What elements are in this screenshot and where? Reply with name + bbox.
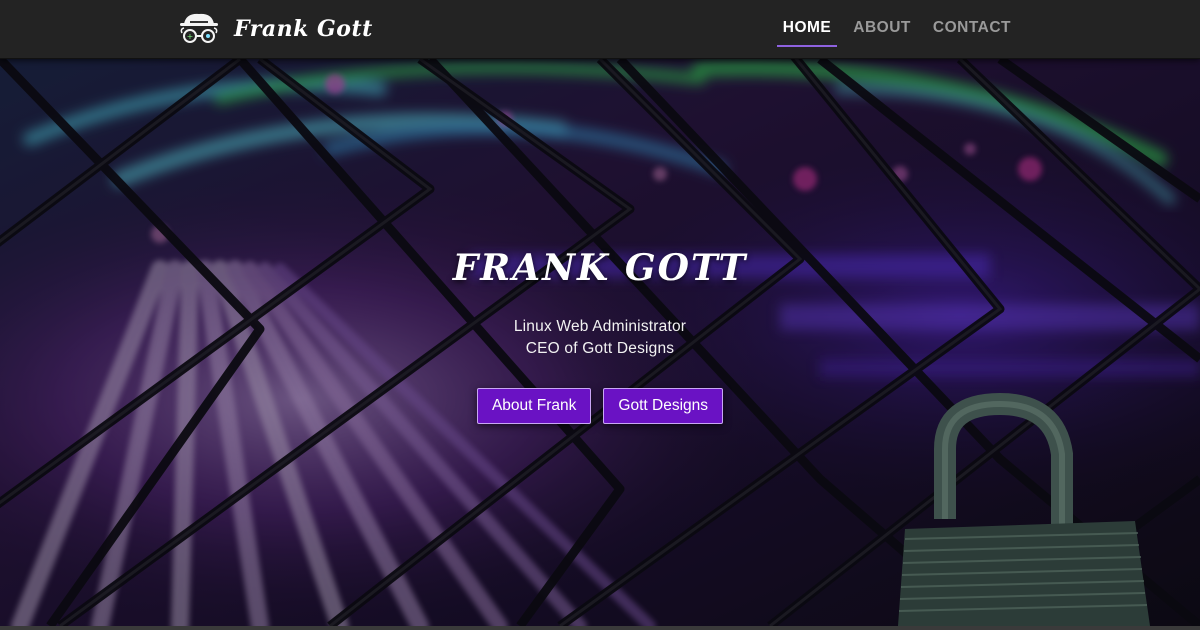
nav-home-link[interactable]: HOME — [772, 0, 843, 58]
hero-section: FRANK GOTT Linux Web Administrator CEO o… — [0, 59, 1200, 626]
gott-designs-button[interactable]: Gott Designs — [603, 388, 724, 424]
svg-text:+: + — [187, 32, 194, 41]
hacker-hat-glasses-icon: + — [180, 13, 218, 43]
page-bottom-border — [0, 626, 1200, 630]
navbar: + Frank Gott HOME ABOUT CONTACT — [0, 0, 1200, 59]
hero-buttons: About Frank Gott Designs — [0, 388, 1200, 424]
about-frank-button[interactable]: About Frank — [476, 388, 592, 424]
hero-content: FRANK GOTT Linux Web Administrator CEO o… — [0, 59, 1200, 626]
hero-title: FRANK GOTT — [452, 247, 748, 289]
nav-links: HOME ABOUT CONTACT — [772, 0, 1022, 58]
hero-subtitle-role: Linux Web Administrator — [513, 318, 687, 335]
brand-link[interactable]: + Frank Gott — [178, 10, 373, 48]
nav-contact-link[interactable]: CONTACT — [922, 0, 1022, 58]
brand-name: Frank Gott — [234, 16, 373, 42]
nav-about-link[interactable]: ABOUT — [842, 0, 922, 58]
hero-subtitle-company: CEO of Gott Designs — [525, 340, 675, 357]
